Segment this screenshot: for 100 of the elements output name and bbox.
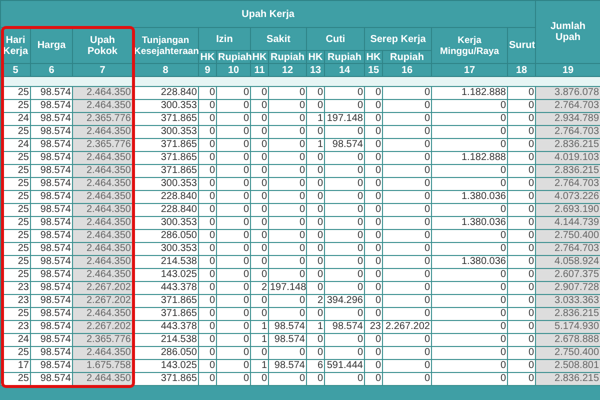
table-cell: 98.574 <box>30 294 72 308</box>
table-cell: 2.464.350 <box>72 86 132 100</box>
table-cell: 2.464.350 <box>72 190 132 204</box>
table-cell: 0 <box>432 138 508 152</box>
table-cell: 0 <box>382 100 432 112</box>
table-cell: 2.464.350 <box>72 242 132 256</box>
table-cell: 2.365.776 <box>72 334 132 346</box>
table-cell: 0 <box>216 294 250 308</box>
column-header: Kerja Minggu/Raya <box>432 28 508 64</box>
table-cell: 0 <box>382 216 432 230</box>
table-cell: 0 <box>382 138 432 152</box>
table-cell: 0 <box>216 282 250 294</box>
table-cell: 2.764.703 <box>536 100 600 112</box>
table-cell: 0 <box>324 100 364 112</box>
table-cell: 98.574 <box>30 204 72 216</box>
table-cell: 0 <box>382 152 432 164</box>
table-cell: 2.464.350 <box>72 164 132 178</box>
table-cell: 0 <box>216 360 250 372</box>
table-cell: 0 <box>324 216 364 230</box>
table-cell: 2.464.350 <box>72 346 132 360</box>
table-cell: 2.750.400 <box>536 230 600 242</box>
table-cell: 2.464.350 <box>72 230 132 242</box>
table-cell: 0 <box>216 346 250 360</box>
table-cell: 0 <box>432 334 508 346</box>
table-cell: 0 <box>268 346 306 360</box>
table-cell: 0 <box>216 230 250 242</box>
table-cell: 0 <box>382 86 432 100</box>
table-cell: 2.464.350 <box>72 126 132 138</box>
column-header: Tunjangan Kesejahteraan <box>132 28 198 64</box>
column-header: 14 <box>324 64 364 76</box>
table-cell: 98.574 <box>30 282 72 294</box>
table-cell: 0 <box>432 372 508 386</box>
table-cell: 2.836.215 <box>536 308 600 320</box>
table-cell: 98.574 <box>30 230 72 242</box>
table-cell: 98.574 <box>30 256 72 268</box>
table-cell: 0 <box>432 178 508 190</box>
table-cell: 2.267.202 <box>72 282 132 294</box>
table-cell: 0 <box>382 334 432 346</box>
table-cell: 0 <box>268 372 306 386</box>
table-cell: 0 <box>216 320 250 334</box>
table-cell: 0 <box>382 126 432 138</box>
column-header: Rupiah <box>382 50 432 64</box>
table-cell: 0 <box>216 190 250 204</box>
table-cell: 2.365.776 <box>72 138 132 152</box>
table-cell: 0 <box>382 268 432 282</box>
table-cell: 98.574 <box>30 268 72 282</box>
column-header: Jumlah Upah <box>536 0 600 64</box>
table-cell: 98.574 <box>30 334 72 346</box>
column-header: 12 <box>268 64 306 76</box>
table-cell: 0 <box>382 190 432 204</box>
table-cell: 197.148 <box>268 282 306 294</box>
table-cell: 0 <box>382 372 432 386</box>
table-cell: 98.574 <box>30 126 72 138</box>
table-cell: 98.574 <box>324 138 364 152</box>
table-cell: 0 <box>268 86 306 100</box>
column-header: HK <box>250 50 268 64</box>
table-cell: 0 <box>324 256 364 268</box>
table-cell: 2.607.375 <box>536 268 600 282</box>
table-cell: 0 <box>324 164 364 178</box>
table-cell: 98.574 <box>30 242 72 256</box>
table-cell: 2.267.202 <box>72 320 132 334</box>
table-cell: 0 <box>432 294 508 308</box>
table-cell: 2.464.350 <box>72 152 132 164</box>
table-cell: 0 <box>216 204 250 216</box>
table-cell: 0 <box>382 204 432 216</box>
table-cell: 0 <box>268 308 306 320</box>
table-cell: 4.019.103 <box>536 152 600 164</box>
table-cell: 98.574 <box>268 360 306 372</box>
table-cell: 0 <box>216 256 250 268</box>
table-cell: 0 <box>432 346 508 360</box>
table-cell: 2.508.801 <box>536 360 600 372</box>
table-cell: 2.836.215 <box>536 138 600 152</box>
table-cell: 2.464.350 <box>72 268 132 282</box>
table-cell: 0 <box>268 230 306 242</box>
table-cell: 0 <box>324 282 364 294</box>
table-cell: 2.836.215 <box>536 164 600 178</box>
table-cell: 197.148 <box>324 112 364 126</box>
column-header: 6 <box>30 64 72 76</box>
table-cell: 2.693.190 <box>536 204 600 216</box>
table-cell: 98.574 <box>30 112 72 126</box>
table-cell: 0 <box>382 164 432 178</box>
column-header: Rupiah <box>268 50 306 64</box>
table-cell: 0 <box>382 294 432 308</box>
table-cell: 2.267.202 <box>382 320 432 334</box>
table-cell: 98.574 <box>30 216 72 230</box>
table-cell: 0 <box>216 164 250 178</box>
column-header: Rupiah <box>216 50 250 64</box>
table-cell: 0 <box>216 86 250 100</box>
table-cell: 2.464.350 <box>72 216 132 230</box>
table-cell: 0 <box>382 360 432 372</box>
table-cell: 2.764.703 <box>536 242 600 256</box>
table-cell: 98.574 <box>268 334 306 346</box>
table-cell: 0 <box>382 346 432 360</box>
table-cell: 0 <box>268 256 306 268</box>
table-cell: 0 <box>216 216 250 230</box>
table-cell: 0 <box>268 112 306 126</box>
table-cell: 394.296 <box>324 294 364 308</box>
table-cell: 2.365.776 <box>72 112 132 126</box>
table-cell: 0 <box>216 334 250 346</box>
table-cell: 0 <box>216 100 250 112</box>
